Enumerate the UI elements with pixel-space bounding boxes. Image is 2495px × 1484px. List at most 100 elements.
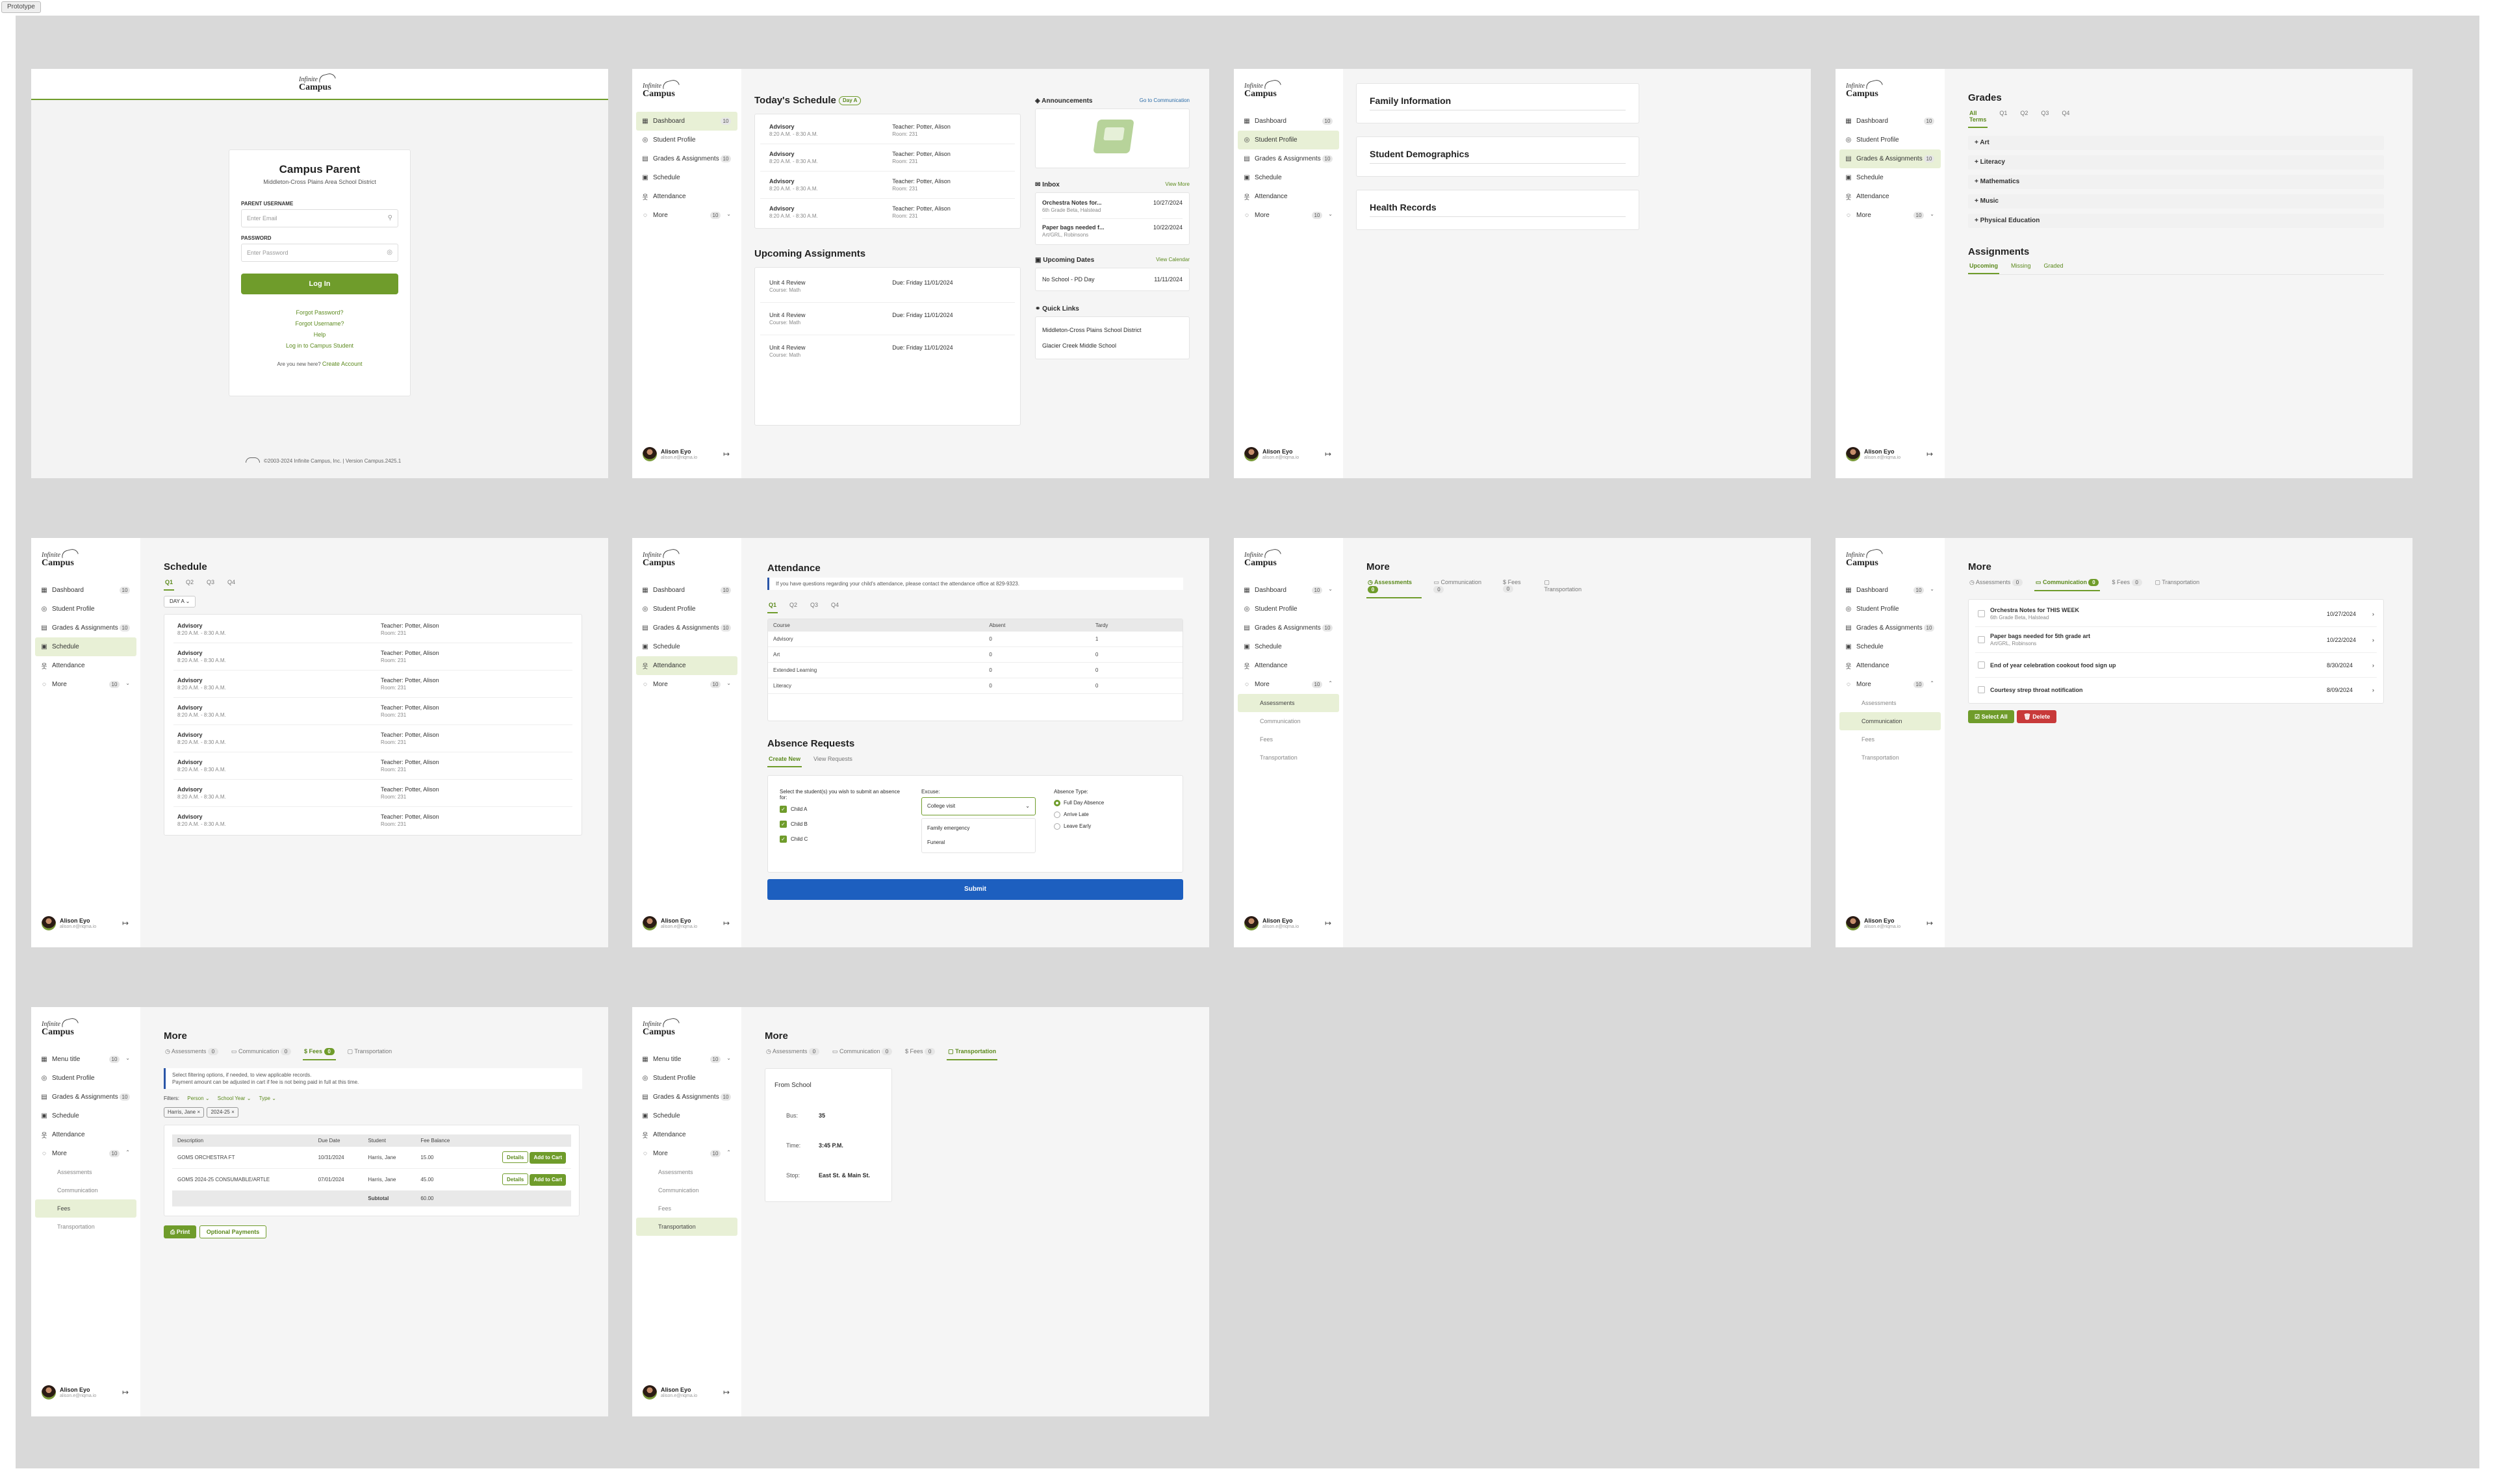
message-row[interactable]: Courtesy strep throat notification 8/09/2…: [1975, 678, 2377, 702]
help-link[interactable]: Help: [241, 329, 398, 340]
sidebar-sub-communication[interactable]: Communication: [35, 1181, 136, 1199]
logout-icon[interactable]: ↦: [723, 450, 730, 459]
sidebar-item-grades[interactable]: ▤ Grades & Assignments 10: [636, 1088, 737, 1107]
sidebar-item-grades[interactable]: ▤ Grades & Assignments 10: [1839, 149, 1941, 168]
sidebar-item-schedule[interactable]: ▣ Schedule: [636, 168, 737, 187]
message-row[interactable]: Orchestra Notes for THIS WEEK 6th Grade B…: [1975, 601, 2377, 627]
sidebar-item-attendance[interactable]: 웃 Attendance: [636, 656, 737, 675]
email-field[interactable]: Enter Email ⚲: [241, 209, 398, 227]
sidebar-sub-assessments[interactable]: Assessments: [35, 1163, 136, 1181]
campus-student-link[interactable]: Log in to Campus Student: [241, 340, 398, 352]
subject-row[interactable]: + Mathematics: [1968, 175, 2384, 189]
tab-communication[interactable]: ▭ Communication 0: [230, 1045, 292, 1060]
filter-chip[interactable]: 2024-25 ×: [207, 1107, 238, 1118]
schedule-row[interactable]: Advisory 8:20 A.M. - 8:30 A.M. Teacher: Po…: [173, 643, 572, 671]
day-select[interactable]: DAY A ⌄: [164, 596, 196, 608]
sidebar-item-attendance[interactable]: 웃 Attendance: [1839, 187, 1941, 206]
sidebar-item-more[interactable]: ◌ More 10 ⌃: [636, 1144, 737, 1163]
tab-communication[interactable]: ▭ Communication 0: [2034, 576, 2101, 591]
chevron-right-icon[interactable]: ›: [2372, 637, 2374, 643]
sidebar-sub-transportation[interactable]: Transportation: [1839, 748, 1941, 767]
schedule-row[interactable]: Advisory 8:20 A.M. - 8:30 A.M. Teacher: Po…: [173, 698, 572, 725]
delete-button[interactable]: 🗑 Delete: [2017, 710, 2057, 723]
sidebar-item-attendance[interactable]: 웃 Attendance: [636, 1125, 737, 1144]
school-year-filter[interactable]: School Year ⌄: [218, 1095, 251, 1101]
user-profile[interactable]: Alison Eyo alison.e@riqma.io ↦: [1244, 447, 1335, 463]
tab-q2[interactable]: Q2: [185, 576, 195, 591]
message-row[interactable]: Paper bags needed for 5th grade art Art/G…: [1975, 627, 2377, 653]
sidebar-sub-transportation[interactable]: Transportation: [35, 1218, 136, 1236]
user-profile[interactable]: Alison Eyo alison.e@riqma.io ↦: [1846, 916, 1937, 932]
message-checkbox[interactable]: [1978, 686, 1985, 693]
schedule-row[interactable]: Advisory 8:20 A.M. - 8:30 A.M. Teacher: Po…: [173, 780, 572, 807]
sidebar-item-attendance[interactable]: 웃 Attendance: [1238, 187, 1339, 206]
sidebar-item-more[interactable]: ◌ More 10 ⌃: [1238, 675, 1339, 694]
subject-row[interactable]: + Literacy: [1968, 155, 2384, 170]
sidebar-sub-fees[interactable]: Fees: [35, 1199, 136, 1218]
sidebar-sub-assessments[interactable]: Assessments: [1839, 694, 1941, 712]
optional-payments-button[interactable]: Optional Payments: [199, 1225, 267, 1238]
child-c-checkbox[interactable]: ✓ Child C: [780, 836, 903, 843]
logout-icon[interactable]: ↦: [122, 1388, 129, 1397]
user-profile[interactable]: Alison Eyo alison.e@riqma.io ↦: [1244, 916, 1335, 932]
tab-fees[interactable]: $ Fees 0: [2110, 576, 2143, 591]
sidebar-item-more[interactable]: ◌ More 10 ⌄: [636, 675, 737, 694]
logout-icon[interactable]: ↦: [1926, 919, 1933, 928]
assignment-row[interactable]: Unit 4 Review Course: Math Due: Friday 11/…: [760, 270, 1015, 303]
sidebar-item-schedule[interactable]: ▣ Schedule: [1238, 168, 1339, 187]
chevron-right-icon[interactable]: ›: [2372, 687, 2374, 693]
quick-link[interactable]: Glacier Creek Middle School: [1042, 338, 1183, 353]
person-filter[interactable]: Person ⌄: [187, 1095, 209, 1101]
sidebar-item-menu-title[interactable]: ▦ Menu title 10 ⌄: [636, 1050, 737, 1069]
sidebar-item-grades[interactable]: ▤ Grades & Assignments 10: [636, 619, 737, 637]
sidebar-sub-communication[interactable]: Communication: [1839, 712, 1941, 730]
tab-assessments[interactable]: ◷ Assessments 0: [164, 1045, 220, 1060]
quick-link[interactable]: Middleton-Cross Plains School District: [1042, 322, 1183, 338]
inbox-row[interactable]: Paper bags needed f... Art/GRL, Robinsons…: [1042, 219, 1183, 243]
logout-icon[interactable]: ↦: [1325, 450, 1331, 459]
child-b-checkbox[interactable]: ✓ Child B: [780, 821, 903, 828]
sidebar-sub-communication[interactable]: Communication: [636, 1181, 737, 1199]
excuse-option[interactable]: Funeral: [927, 836, 1030, 850]
subject-row[interactable]: + Music: [1968, 194, 2384, 209]
user-profile[interactable]: Alison Eyo alison.e@riqma.io ↦: [643, 1385, 734, 1401]
sidebar-item-menu-title[interactable]: ▦ Menu title 10 ⌄: [35, 1050, 136, 1069]
sidebar-item-attendance[interactable]: 웃 Attendance: [1238, 656, 1339, 675]
subject-row[interactable]: + Physical Education: [1968, 214, 2384, 228]
sidebar-item-schedule[interactable]: ▣ Schedule: [1238, 637, 1339, 656]
forgot-username-link[interactable]: Forgot Username?: [241, 318, 398, 329]
tab-q1[interactable]: Q1: [1998, 107, 2008, 128]
tab-q1[interactable]: Q1: [767, 599, 778, 613]
sidebar-item-student-profile[interactable]: ◎ Student Profile: [636, 131, 737, 149]
sidebar-item-grades[interactable]: ▤ Grades & Assignments 10: [1238, 149, 1339, 168]
sidebar-item-dashboard[interactable]: ▦ Dashboard 10: [636, 581, 737, 600]
schedule-row[interactable]: Advisory 8:20 A.M. - 8:30 A.M. Teacher: Po…: [760, 199, 1015, 225]
schedule-row[interactable]: Advisory 8:20 A.M. - 8:30 A.M. Teacher: Po…: [173, 616, 572, 643]
message-checkbox[interactable]: [1978, 636, 1985, 643]
tab-fees[interactable]: $ Fees 0: [904, 1045, 936, 1060]
go-to-communication-link[interactable]: Go to Communication: [1140, 97, 1190, 105]
schedule-row[interactable]: Advisory 8:20 A.M. - 8:30 A.M. Teacher: Po…: [173, 752, 572, 780]
sidebar-item-student-profile[interactable]: ◎ Student Profile: [35, 600, 136, 619]
view-more-link[interactable]: View More: [1165, 181, 1190, 188]
family-information-card[interactable]: Family Information: [1356, 83, 1639, 123]
sidebar-item-dashboard[interactable]: ▦ Dashboard 10: [35, 581, 136, 600]
sidebar-sub-communication[interactable]: Communication: [1238, 712, 1339, 730]
arrive-late-radio[interactable]: Arrive Late: [1054, 812, 1158, 818]
sidebar-item-student-profile[interactable]: ◎ Student Profile: [1238, 600, 1339, 619]
sidebar-item-schedule[interactable]: ▣ Schedule: [636, 1107, 737, 1125]
tab-missing[interactable]: Missing: [2010, 260, 2032, 274]
create-account-link[interactable]: Create Account: [322, 361, 363, 367]
tab-q2[interactable]: Q2: [788, 599, 799, 613]
full-day-radio[interactable]: Full Day Absence: [1054, 800, 1158, 806]
tab-transportation[interactable]: ▢ Transportation: [1542, 576, 1587, 598]
view-calendar-link[interactable]: View Calendar: [1156, 257, 1190, 264]
add-to-cart-button[interactable]: Add to Cart: [530, 1152, 566, 1164]
sidebar-item-grades[interactable]: ▤ Grades & Assignments 10: [1238, 619, 1339, 637]
tab-all-terms[interactable]: All Terms: [1968, 107, 1988, 128]
user-profile[interactable]: Alison Eyo alison.e@riqma.io ↦: [42, 1385, 133, 1401]
type-filter[interactable]: Type ⌄: [259, 1095, 276, 1101]
sidebar-item-attendance[interactable]: 웃 Attendance: [35, 656, 136, 675]
filter-chip[interactable]: Harris, Jane ×: [164, 1107, 205, 1118]
tab-q3[interactable]: Q3: [2040, 107, 2050, 128]
